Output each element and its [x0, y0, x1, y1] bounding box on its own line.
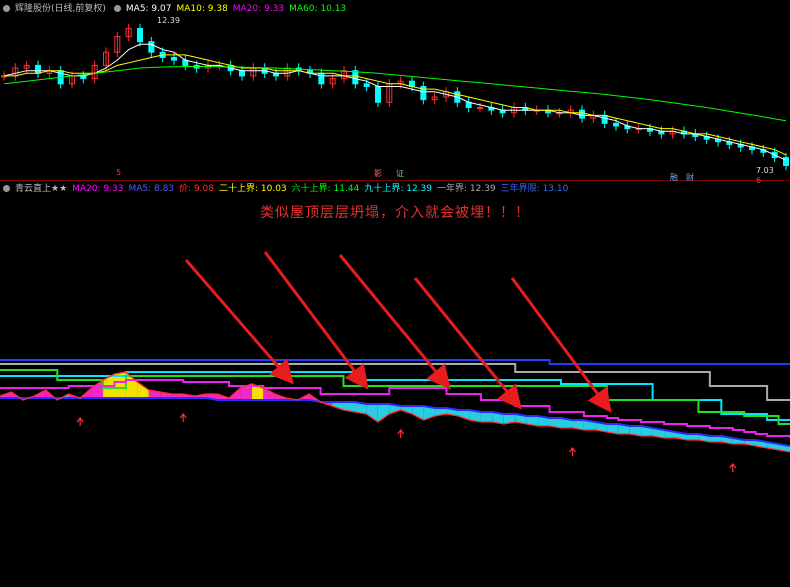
legend-bullet-icon	[3, 5, 10, 12]
legend-ind-60: 六十上界: 11.44	[291, 184, 360, 194]
event-badge: 融	[670, 173, 678, 182]
annotation-arrow	[338, 254, 451, 390]
candle-body	[352, 70, 359, 85]
annotation-arrow	[184, 259, 294, 385]
legend-ind-ma5: MA5: 8.83	[128, 184, 175, 194]
candle-body	[171, 57, 177, 61]
annotation-arrow	[510, 277, 612, 413]
indicator-chart-panel	[0, 359, 790, 472]
legend-ind-20: 二十上界: 10.03	[218, 184, 287, 194]
band-segment	[366, 404, 378, 422]
candle-body	[477, 107, 483, 110]
indicator-name-label: 青云直上★★	[15, 184, 68, 194]
legend-ma10: MA10: 9.38	[176, 4, 228, 14]
band-segment	[412, 406, 424, 420]
settings-dot-icon[interactable]	[113, 5, 121, 12]
legend-ind-ma20: MA20: 9.33	[72, 184, 124, 194]
band-segment	[137, 382, 149, 398]
indicator-legend: 青云直上★★ MA20: 9.33 MA5: 8.83 价: 9.08 二十上界: 10…	[0, 182, 790, 196]
buy-arrow-icon	[76, 417, 84, 426]
high-price-label: 12.39	[157, 16, 180, 25]
buy-arrow-icon	[179, 413, 187, 422]
buy-arrow-icon	[729, 463, 737, 472]
band-segment	[91, 380, 104, 398]
legend-ind-3y: 三年界限: 13.10	[500, 184, 569, 194]
candle-body	[318, 72, 325, 85]
legend-ma60: MA60: 10.13	[289, 4, 347, 14]
candle-body	[239, 70, 245, 77]
legend-ma5: MA5: 9.07	[125, 4, 172, 14]
buy-arrow-icon	[568, 447, 576, 456]
annotation-text: 类似屋顶层层坍塌，介入就会被埋！！！	[260, 205, 530, 221]
chart-canvas	[0, 23, 790, 472]
band-segment	[480, 412, 493, 422]
ma-line-ma60	[3, 66, 787, 122]
event-badge: 财	[686, 173, 694, 182]
candle-body	[579, 109, 585, 119]
low-price-label: 7.03	[756, 166, 774, 175]
legend-ind-price: 价: 9.08	[179, 184, 214, 194]
stock-name-label: 辉隆股份(日线,前复权)	[15, 4, 106, 14]
legend-ma20: MA20: 9.33	[232, 4, 285, 14]
candle-body	[601, 114, 608, 124]
legend-bullet-icon	[3, 185, 10, 192]
candle-body	[783, 157, 789, 166]
event-badge: 证	[396, 169, 404, 178]
marker-5: 5	[116, 168, 122, 177]
price-legend: 辉隆股份(日线,前复权) MA5: 9.07 MA10: 9.38 MA20: 9.3…	[0, 2, 790, 16]
price-chart-panel	[1, 23, 789, 171]
marker-6: 6	[756, 176, 762, 185]
candle-body	[137, 28, 143, 43]
candle-body	[363, 83, 370, 87]
candle-body	[148, 41, 155, 53]
band-segment	[263, 388, 275, 400]
annotation-arrow	[263, 251, 369, 390]
band-segment	[377, 404, 390, 422]
legend-ind-1y: 一年界: 12.39	[437, 184, 496, 194]
legend-ind-90: 九十上界: 12.39	[364, 184, 432, 194]
event-badge: 影	[374, 169, 382, 178]
buy-arrow-icon	[397, 429, 405, 438]
indicator-line	[0, 397, 790, 447]
candle-body	[35, 64, 41, 74]
candle-body	[375, 85, 381, 103]
candle-body	[613, 122, 619, 127]
